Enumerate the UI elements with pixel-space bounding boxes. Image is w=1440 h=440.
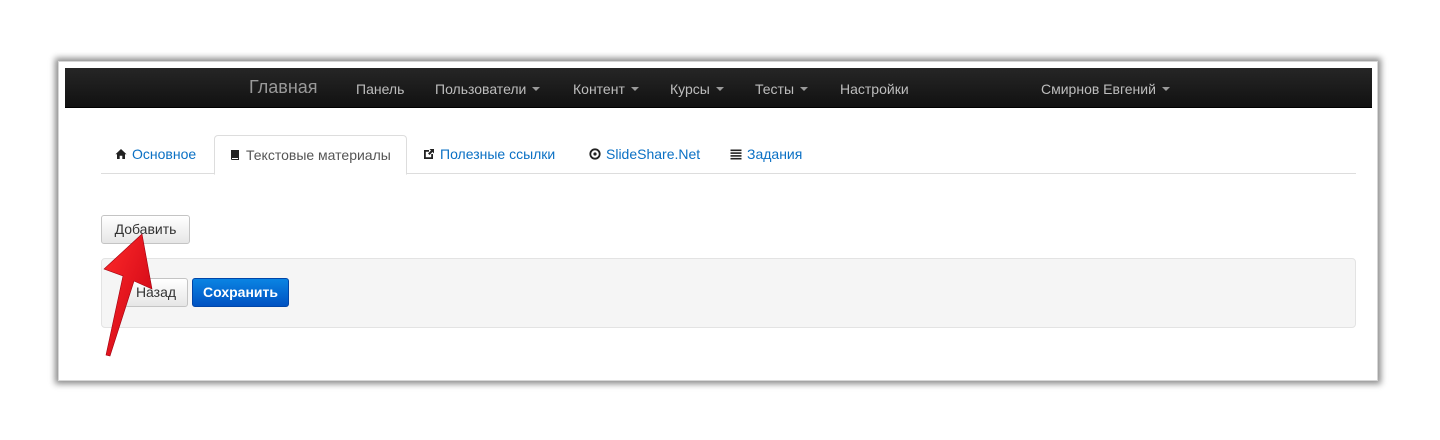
form-actions-panel: Назад Сохранить	[101, 258, 1356, 328]
tab-label: Полезные ссылки	[440, 146, 556, 162]
tab-label: Основное	[132, 146, 197, 162]
tab-label: Задания	[747, 146, 803, 162]
caret-down-icon	[800, 87, 809, 92]
play-circle-icon	[589, 148, 601, 160]
nav-item-label: Курсы	[670, 81, 710, 97]
nav-item-users[interactable]: Пользователи	[435, 81, 541, 97]
nav-item-label: Контент	[573, 81, 625, 97]
navbar-brand[interactable]: Главная	[249, 77, 318, 98]
tab-text-materials[interactable]: Текстовые материалы	[214, 135, 407, 175]
caret-down-icon	[715, 87, 724, 92]
nav-item-courses[interactable]: Курсы	[670, 81, 724, 97]
user-name: Смирнов Евгений	[1041, 81, 1156, 97]
tab-label: SlideShare.Net	[606, 146, 701, 162]
screenshot-frame: Главная Панель Пользователи Контент Курс…	[58, 61, 1378, 381]
tab-label: Текстовые материалы	[246, 147, 391, 163]
nav-user-menu[interactable]: Смирнов Евгений	[1041, 81, 1170, 97]
add-button[interactable]: Добавить	[101, 215, 190, 244]
caret-down-icon	[1161, 87, 1170, 92]
nav-item-tests[interactable]: Тесты	[755, 81, 809, 97]
external-link-icon	[424, 149, 434, 159]
tab-useful-links[interactable]: Полезные ссылки	[423, 136, 555, 174]
tab-bar: Основное Текстовые материалы Полезные сс…	[101, 134, 1356, 175]
save-button[interactable]: Сохранить	[192, 278, 289, 307]
caret-down-icon	[532, 87, 541, 92]
book-icon	[231, 150, 239, 160]
caret-down-icon	[630, 87, 639, 92]
tab-slideshare[interactable]: SlideShare.Net	[589, 136, 700, 174]
nav-item-content[interactable]: Контент	[573, 81, 639, 97]
back-button[interactable]: Назад	[124, 278, 188, 307]
nav-item-panel[interactable]: Панель	[356, 81, 404, 97]
top-navbar: Главная Панель Пользователи Контент Курс…	[65, 68, 1372, 108]
list-icon	[730, 149, 742, 160]
tab-main[interactable]: Основное	[115, 136, 196, 174]
nav-item-label: Пользователи	[435, 81, 527, 97]
home-icon	[115, 149, 127, 159]
nav-item-label: Тесты	[755, 81, 795, 97]
nav-item-label: Панель	[356, 81, 405, 97]
tab-tasks[interactable]: Задания	[730, 136, 802, 174]
nav-item-label: Настройки	[840, 81, 909, 97]
nav-item-settings[interactable]: Настройки	[840, 81, 909, 97]
